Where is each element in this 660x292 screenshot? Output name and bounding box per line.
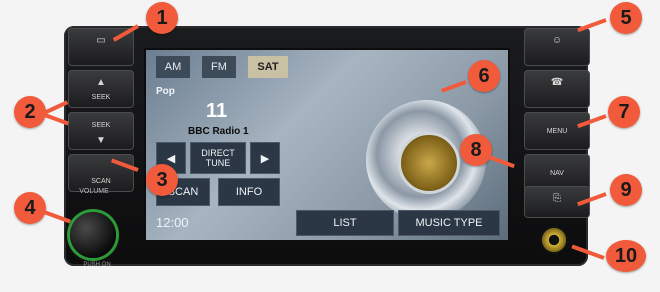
seek-up-button[interactable]: ▲ SEEK (68, 70, 134, 108)
tune-next-button[interactable]: ▶ (250, 142, 280, 174)
emblem-center (398, 132, 460, 194)
seek-down-label: SEEK (91, 122, 111, 129)
callout-4: 4 (14, 192, 46, 224)
callout-7: 7 (608, 96, 640, 128)
station-name: BBC Radio 1 (188, 126, 249, 137)
menu-button[interactable]: MENU (524, 112, 590, 150)
phone-button[interactable]: ☎ (524, 70, 590, 108)
volume-label: VOLUME (79, 188, 109, 195)
nav-label: NAV (550, 170, 564, 177)
volume-knob[interactable] (70, 212, 116, 258)
chevron-left-icon: ◀ (166, 152, 176, 165)
category-label: Pop (156, 86, 175, 97)
arrow-down-icon: ▼ (96, 135, 106, 146)
callout-6: 6 (468, 60, 500, 92)
seek-down-button[interactable]: ▼ SEEK (68, 112, 134, 150)
music-type-button[interactable]: MUSIC TYPE (398, 210, 500, 236)
tab-fm[interactable]: FM (202, 56, 236, 78)
list-button[interactable]: LIST (296, 210, 394, 236)
voice-icon: ☺ (551, 35, 563, 46)
scan-hw-button[interactable]: SCAN (68, 154, 134, 192)
voice-button[interactable]: ☺ (524, 28, 590, 66)
callout-1: 1 (146, 2, 178, 34)
phone-icon: ☎ (550, 77, 564, 88)
aux-jack (540, 226, 568, 254)
direct-tune-button[interactable]: DIRECT TUNE (190, 142, 246, 174)
info-button[interactable]: INFO (218, 178, 280, 206)
callout-10: 10 (606, 240, 646, 272)
callout-8: 8 (460, 134, 492, 166)
tab-sat[interactable]: SAT (248, 56, 288, 78)
tab-am[interactable]: AM (156, 56, 190, 78)
menu-label: MENU (546, 128, 568, 135)
callout-9: 9 (610, 174, 642, 206)
touch-screen: AM FM SAT Pop 11 BBC Radio 1 ◀ DIRECT TU… (144, 48, 510, 242)
seek-up-label: SEEK (91, 94, 111, 101)
callout-5-arrow (577, 18, 607, 33)
callout-5: 5 (610, 2, 642, 34)
push-on-label: PUSH ON (83, 262, 111, 268)
channel-number: 11 (206, 100, 228, 122)
arrow-up-icon: ▲ (96, 77, 106, 88)
callout-3: 3 (146, 164, 178, 196)
scan-hw-label: SCAN (91, 178, 111, 185)
clock: 12:00 (156, 214, 189, 230)
chevron-right-icon: ▶ (260, 152, 270, 165)
